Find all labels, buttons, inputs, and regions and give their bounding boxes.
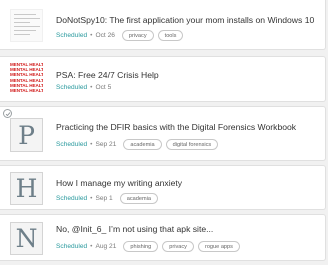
tag-chip[interactable]: tools [157, 30, 184, 41]
post-meta: Scheduled • Sep 21 academia digital fore… [56, 139, 222, 150]
tag-chip[interactable]: digital forensics [165, 139, 219, 150]
meta-separator: • [90, 243, 93, 250]
post-card[interactable]: N No, @Init_6_ I’m not using that apk si… [0, 214, 326, 261]
post-date: Sep 21 [95, 141, 117, 148]
tag-chip[interactable]: academia [119, 193, 158, 204]
meta-separator: • [90, 32, 93, 39]
tag-chip[interactable]: privacy [162, 241, 194, 252]
tag-chip[interactable]: academia [123, 139, 162, 150]
post-thumbnail [10, 9, 43, 42]
post-status: Scheduled [56, 84, 88, 91]
tag-chip[interactable]: rogue apps [197, 241, 240, 252]
post-date: Oct 26 [95, 32, 115, 39]
post-card[interactable]: P Practicing the DFIR basics with the Di… [0, 106, 326, 161]
post-thumbnail-initial: P [10, 118, 43, 152]
post-thumbnail-initial: N [10, 222, 43, 255]
post-title[interactable]: PSA: Free 24/7 Crisis Help [56, 70, 159, 80]
post-meta: Scheduled • Oct 26 privacy tools [56, 30, 187, 41]
post-date: Oct 5 [95, 84, 112, 91]
post-date: Aug 21 [95, 243, 117, 250]
meta-separator: • [90, 195, 93, 202]
post-status: Scheduled [56, 32, 88, 39]
check-circle-icon[interactable] [3, 109, 12, 118]
post-status: Scheduled [56, 195, 88, 202]
post-title[interactable]: DoNotSpy10: The first application your m… [56, 15, 314, 25]
post-card[interactable]: H How I manage my writing anxiety Schedu… [0, 165, 326, 210]
post-meta: Scheduled • Aug 21 phishing privacy rogu… [56, 241, 244, 252]
post-card[interactable]: DoNotSpy10: The first application your m… [0, 0, 326, 50]
post-thumbnail-initial: H [10, 172, 43, 205]
meta-separator: • [90, 84, 93, 91]
post-thumbnail: MENTAL HEALTH MATTERS MENTAL HEALTH MATT… [10, 62, 43, 95]
post-card[interactable]: MENTAL HEALTH MATTERS MENTAL HEALTH MATT… [0, 56, 326, 102]
tag-chip[interactable]: privacy [121, 30, 154, 41]
post-status: Scheduled [56, 141, 88, 148]
tag-chip[interactable]: phishing [123, 241, 159, 252]
post-date: Sep 1 [95, 195, 113, 202]
post-meta: Scheduled • Sep 1 academia [56, 193, 162, 204]
post-list: DoNotSpy10: The first application your m… [0, 0, 328, 265]
post-title[interactable]: How I manage my writing anxiety [56, 178, 182, 188]
post-status: Scheduled [56, 243, 88, 250]
mental-health-pattern-image: MENTAL HEALTH MATTERS MENTAL HEALTH MATT… [10, 62, 43, 94]
meta-separator: • [90, 141, 93, 148]
post-title[interactable]: No, @Init_6_ I’m not using that apk site… [56, 224, 213, 234]
checkmark-icon [5, 111, 10, 116]
document-preview-icon [14, 14, 40, 38]
post-title[interactable]: Practicing the DFIR basics with the Digi… [56, 122, 296, 132]
post-meta: Scheduled • Oct 5 [56, 84, 118, 91]
